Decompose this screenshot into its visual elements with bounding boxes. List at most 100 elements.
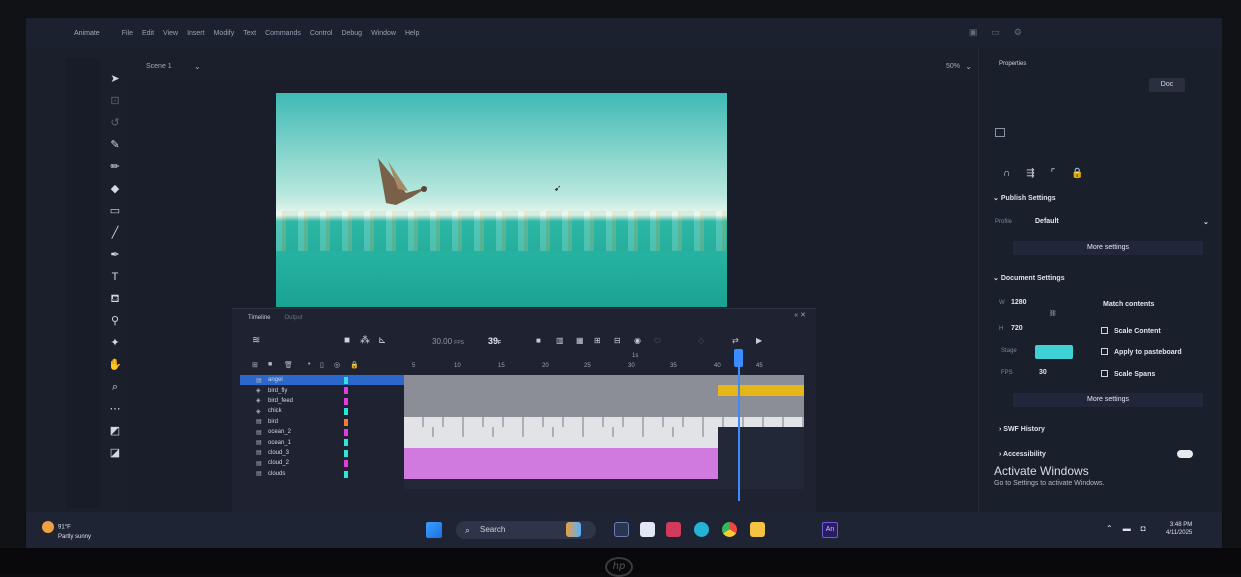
layer-color-swatch[interactable] [344,377,348,384]
chrome-icon[interactable] [722,522,737,537]
zoom-chevron-icon[interactable]: ⌄ [965,62,972,71]
new-layer-icon[interactable]: ⊞ [252,361,258,369]
layer-row-ocean-2[interactable]: ▤ ocean_2 [240,427,404,437]
edit-multiple-icon[interactable]: ⬭ [654,336,661,346]
gear-icon[interactable]: ⚙ [1014,27,1022,38]
chevron-up-icon[interactable]: ⌃ [1106,524,1113,533]
layer-row-clouds[interactable]: ▤ clouds [240,469,404,479]
menu-help[interactable]: Help [405,30,419,37]
layer-color-swatch[interactable] [344,397,348,405]
align-icon[interactable]: ⇶ [1026,168,1034,179]
menu-commands[interactable]: Commands [265,30,301,37]
layer-color-swatch[interactable] [344,408,348,416]
frame-span[interactable] [404,447,718,459]
insert-keyframe-icon[interactable]: ⊞ [594,336,601,345]
menu-modify[interactable]: Modify [214,30,235,37]
layer-row-bird-fly[interactable]: ◈ bird_fly [240,385,404,395]
stroke-color-icon[interactable]: ◩ [108,424,122,438]
match-contents-button[interactable]: Match contents [1103,301,1154,308]
file-explorer-icon[interactable] [750,522,765,537]
doc-button[interactable]: Doc [1149,78,1185,92]
layer-color-swatch[interactable] [344,418,348,426]
current-frame[interactable]: 39F [488,336,501,346]
layer-color-swatch[interactable] [344,449,348,457]
animate-app-icon[interactable]: An [822,522,838,538]
link-icon[interactable]: ⛓ [1049,310,1057,317]
layer-row-angel[interactable]: ▤ angel [240,375,404,386]
step-forward-icon[interactable]: ▦ [576,336,584,345]
frame-span[interactable] [404,427,718,438]
fill-tool-icon[interactable]: ◆ [108,182,122,196]
eye-icon[interactable]: ◈ [256,408,268,415]
store-icon[interactable] [666,522,681,537]
frame-span[interactable] [404,406,804,417]
outline-icon[interactable]: ▯ [320,361,324,369]
visibility-icon[interactable]: ◎ [334,361,340,369]
blank-keyframe-icon[interactable]: ⊟ [614,336,621,345]
fps-value[interactable]: 30 [1039,369,1047,376]
frame-span[interactable] [404,458,718,469]
frame-span[interactable] [404,375,804,386]
menu-control[interactable]: Control [310,30,333,37]
scene-selector[interactable]: Scene 1 [146,63,172,70]
lock-icon[interactable]: 🔒 [350,361,359,369]
sync-icon[interactable]: ▭ [991,27,1000,38]
layer-row-ocean-1[interactable]: ▤ ocean_1 [240,437,404,447]
center-frame-icon[interactable]: ◇ [698,336,704,345]
swf-history-header[interactable]: › SWF History [999,426,1045,433]
paint-bucket-icon[interactable]: ⛾ [108,292,122,306]
menu-debug[interactable]: Debug [341,30,362,37]
accessibility-toggle[interactable] [1177,450,1193,458]
layer-row-bird[interactable]: ▤ bird [240,417,404,427]
document-settings-header[interactable]: ⌄ Document Settings [993,274,1065,282]
lock-icon[interactable]: 🔒 [1071,168,1083,179]
camera-icon[interactable]: ■ [344,335,350,346]
stage-canvas[interactable]: ➹ [276,93,727,307]
speaker-icon[interactable]: ◘ [1141,524,1146,533]
workspace-icon[interactable]: ▣ [969,27,978,38]
graph-icon[interactable]: ⊾ [378,335,386,346]
layer-color-swatch[interactable] [344,387,348,395]
trash-icon[interactable]: 🗑 [284,361,293,369]
crop-icon[interactable]: ⌜ [1051,168,1056,179]
line-tool-icon[interactable]: ╱ [108,226,122,240]
more-settings-button[interactable]: More settings [1013,393,1203,407]
play-icon[interactable]: ▶ [756,336,762,345]
weather-widget[interactable]: 91°F Partly sunny [42,521,91,541]
timeline-collapse-icon[interactable]: « ✕ [794,311,806,319]
layer-row-cloud-2[interactable]: ▤ cloud_2 [240,458,404,468]
fps-display[interactable]: 30.00 FPS [432,337,464,346]
step-back-icon[interactable]: ▥ [556,336,564,345]
menu-file[interactable]: File [122,30,133,37]
eye-icon[interactable]: ◈ [256,397,268,404]
publish-settings-header[interactable]: ⌄ Publish Settings [993,194,1056,202]
width-value[interactable]: 1280 [1011,299,1027,306]
pencil-tool-icon[interactable]: ✏ [108,160,122,174]
layer-row-bird-feed[interactable]: ◈ bird_feed [240,396,404,406]
more-tools-icon[interactable]: ⋯ [108,402,122,416]
more-settings-button[interactable]: More settings [1013,241,1203,255]
frame-span[interactable] [404,437,718,448]
frame-span-highlight[interactable] [718,385,804,396]
selection-tool-icon[interactable]: ➤ [108,72,122,86]
frame-span[interactable] [404,395,804,407]
tab-properties[interactable]: Properties [999,61,1026,67]
apply-to-pasteboard-checkbox[interactable]: Apply to pasteboard [1101,348,1182,356]
tab-timeline[interactable]: Timeline [248,315,270,321]
network-icon[interactable]: ▬ [1123,524,1131,533]
new-folder-icon[interactable]: ■ [268,361,272,368]
edge-icon[interactable] [694,522,709,537]
profile-select[interactable]: Default [1035,218,1059,225]
stage-color-swatch[interactable] [1035,345,1073,359]
text-tool-icon[interactable]: T [108,270,122,284]
layer-color-swatch[interactable] [344,428,348,436]
menu-insert[interactable]: Insert [187,30,205,37]
layer-color-swatch[interactable] [344,439,348,447]
menu-edit[interactable]: Edit [142,30,154,37]
loop-icon[interactable]: ⇄ [732,336,739,345]
lasso-tool-icon[interactable]: ↺ [108,116,122,130]
highlight-icon[interactable]: • [308,361,310,368]
rectangle-tool-icon[interactable]: ▭ [108,204,122,218]
pen-tool-icon[interactable]: ✒ [108,248,122,262]
layer-row-chick[interactable]: ◈ chick [240,406,404,416]
